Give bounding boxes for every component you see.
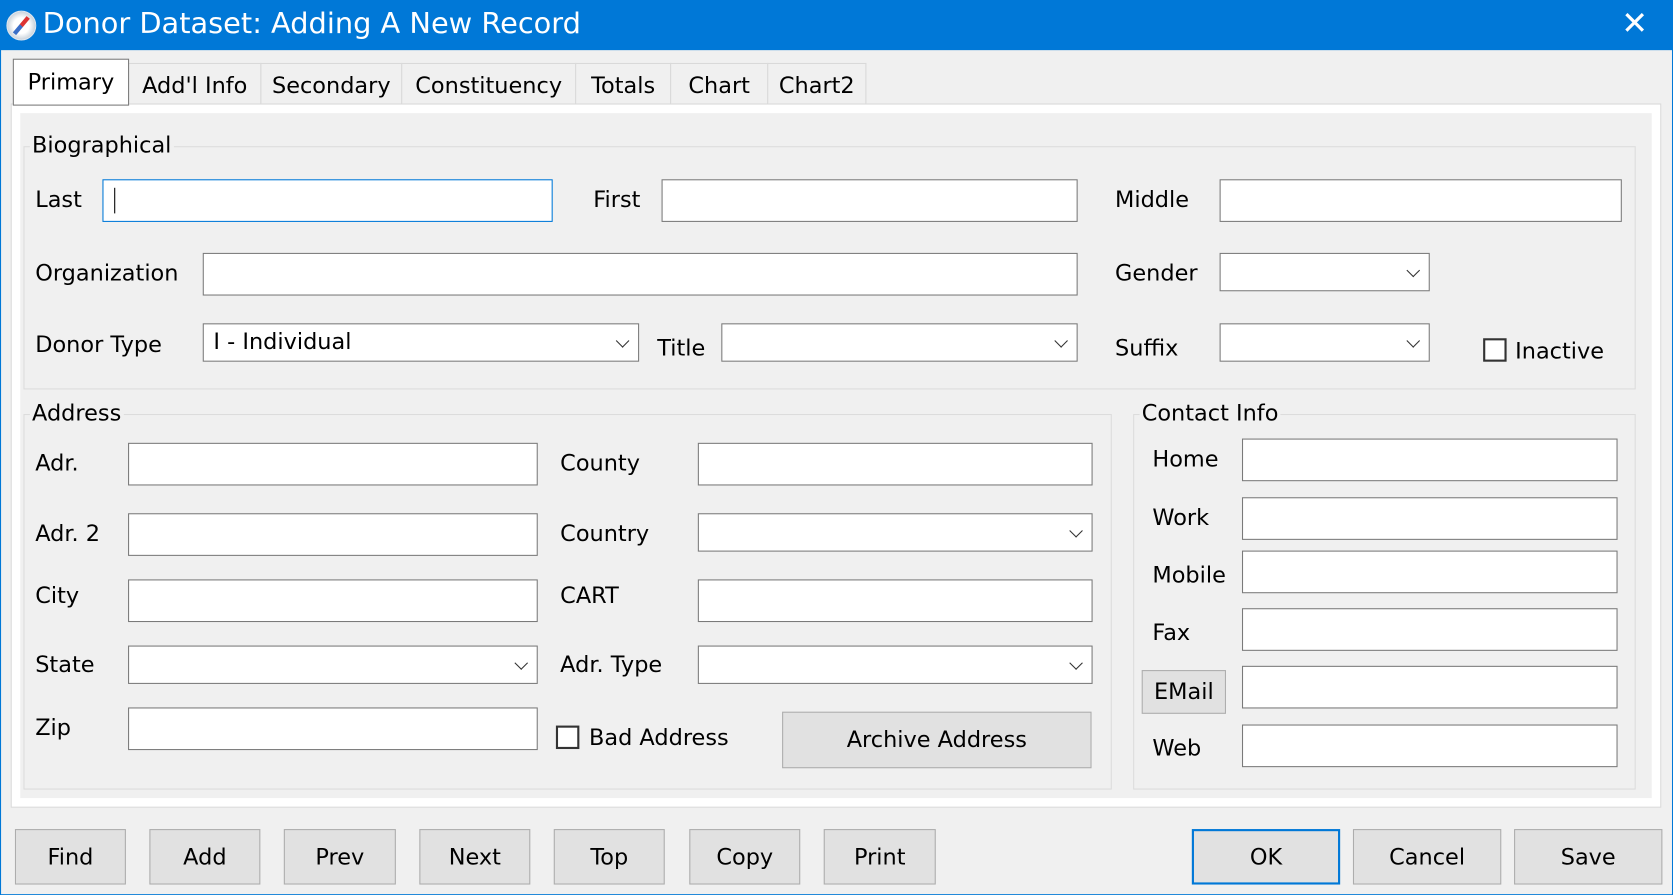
save-button[interactable]: Save bbox=[1514, 829, 1663, 885]
archive-address-button[interactable]: Archive Address bbox=[782, 711, 1092, 769]
address-title: Address bbox=[29, 400, 124, 426]
middle-name-input[interactable] bbox=[1219, 179, 1622, 222]
inactive-label: Inactive bbox=[1515, 338, 1605, 364]
biographical-title: Biographical bbox=[29, 132, 174, 158]
tab-totals[interactable]: Totals bbox=[575, 62, 672, 104]
address-line1-input[interactable] bbox=[128, 442, 538, 486]
suffix-label: Suffix bbox=[1115, 335, 1179, 361]
compass-app-icon bbox=[6, 10, 37, 41]
chevron-down-icon bbox=[1406, 263, 1421, 278]
adr-label: Adr. bbox=[35, 450, 79, 476]
address-type-select[interactable] bbox=[697, 645, 1093, 684]
middle-label: Middle bbox=[1115, 186, 1190, 213]
work-label: Work bbox=[1152, 504, 1210, 531]
next-button[interactable]: Next bbox=[419, 829, 531, 885]
home-phone-input[interactable] bbox=[1241, 438, 1618, 482]
copy-button[interactable]: Copy bbox=[689, 829, 801, 885]
donor-type-select[interactable]: I - Individual bbox=[202, 323, 640, 362]
email-button[interactable]: EMail bbox=[1141, 670, 1226, 714]
first-label: First bbox=[593, 186, 641, 213]
ok-button[interactable]: OK bbox=[1191, 829, 1341, 885]
adr-type-label: Adr. Type bbox=[560, 651, 663, 678]
suffix-select[interactable] bbox=[1219, 323, 1430, 362]
cart-label: CART bbox=[560, 582, 619, 609]
last-label: Last bbox=[35, 186, 82, 213]
city-label: City bbox=[35, 582, 80, 609]
bad-address-label: Bad Address bbox=[588, 724, 729, 751]
tab-chart[interactable]: Chart bbox=[670, 62, 769, 104]
cancel-button[interactable]: Cancel bbox=[1352, 829, 1502, 885]
zip-input[interactable] bbox=[128, 707, 538, 751]
web-label: Web bbox=[1152, 735, 1202, 761]
text-caret bbox=[114, 187, 116, 214]
donor-type-label: Donor Type bbox=[35, 331, 162, 358]
tab-constituency[interactable]: Constituency bbox=[401, 62, 577, 104]
title-select[interactable] bbox=[721, 323, 1078, 362]
web-input[interactable] bbox=[1241, 724, 1618, 768]
address-line2-input[interactable] bbox=[128, 513, 538, 556]
chevron-down-icon bbox=[1069, 524, 1083, 538]
close-icon[interactable]: ✕ bbox=[1613, 4, 1656, 45]
zip-label: Zip bbox=[35, 714, 72, 741]
gender-label: Gender bbox=[1115, 260, 1198, 286]
county-label: County bbox=[560, 450, 640, 476]
find-button[interactable]: Find bbox=[14, 829, 126, 885]
title-label: Title bbox=[657, 335, 706, 361]
tab-secondary[interactable]: Secondary bbox=[260, 62, 403, 104]
add-button[interactable]: Add bbox=[149, 829, 261, 885]
country-select[interactable] bbox=[697, 513, 1093, 552]
adr2-label: Adr. 2 bbox=[35, 520, 101, 547]
chevron-down-icon bbox=[1406, 334, 1421, 348]
chevron-down-icon bbox=[1054, 334, 1068, 348]
organization-input[interactable] bbox=[202, 252, 1078, 296]
organization-label: Organization bbox=[35, 260, 179, 286]
chevron-down-icon bbox=[615, 334, 630, 348]
tab-chart2[interactable]: Chart2 bbox=[767, 62, 867, 104]
title-bar: Donor Dataset: Adding A New Record ✕ bbox=[0, 0, 1673, 51]
chevron-down-icon bbox=[514, 656, 529, 670]
state-label: State bbox=[35, 651, 95, 678]
donor-type-value: I - Individual bbox=[213, 328, 352, 355]
tab-addl-info[interactable]: Add'l Info bbox=[128, 62, 262, 104]
bad-address-checkbox[interactable] bbox=[555, 725, 580, 750]
chevron-down-icon bbox=[1069, 656, 1083, 670]
contact-info-title: Contact Info bbox=[1139, 400, 1281, 426]
country-label: Country bbox=[560, 520, 650, 547]
fax-label: Fax bbox=[1152, 619, 1191, 646]
city-input[interactable] bbox=[128, 579, 538, 623]
gender-select[interactable] bbox=[1219, 252, 1430, 292]
top-button[interactable]: Top bbox=[553, 829, 665, 885]
inactive-checkbox[interactable] bbox=[1483, 338, 1507, 362]
first-name-input[interactable] bbox=[661, 179, 1078, 222]
tab-primary[interactable]: Primary bbox=[12, 58, 130, 106]
home-label: Home bbox=[1152, 446, 1219, 472]
fax-input[interactable] bbox=[1241, 608, 1618, 651]
work-phone-input[interactable] bbox=[1241, 497, 1618, 540]
last-name-input[interactable] bbox=[102, 179, 553, 222]
email-input[interactable] bbox=[1241, 665, 1618, 709]
window-title: Donor Dataset: Adding A New Record bbox=[42, 7, 581, 41]
county-input[interactable] bbox=[697, 442, 1093, 486]
mobile-label: Mobile bbox=[1152, 562, 1226, 588]
state-select[interactable] bbox=[128, 645, 538, 684]
prev-button[interactable]: Prev bbox=[283, 829, 396, 885]
print-button[interactable]: Print bbox=[823, 829, 936, 885]
cart-input[interactable] bbox=[697, 579, 1093, 623]
mobile-phone-input[interactable] bbox=[1241, 550, 1618, 594]
